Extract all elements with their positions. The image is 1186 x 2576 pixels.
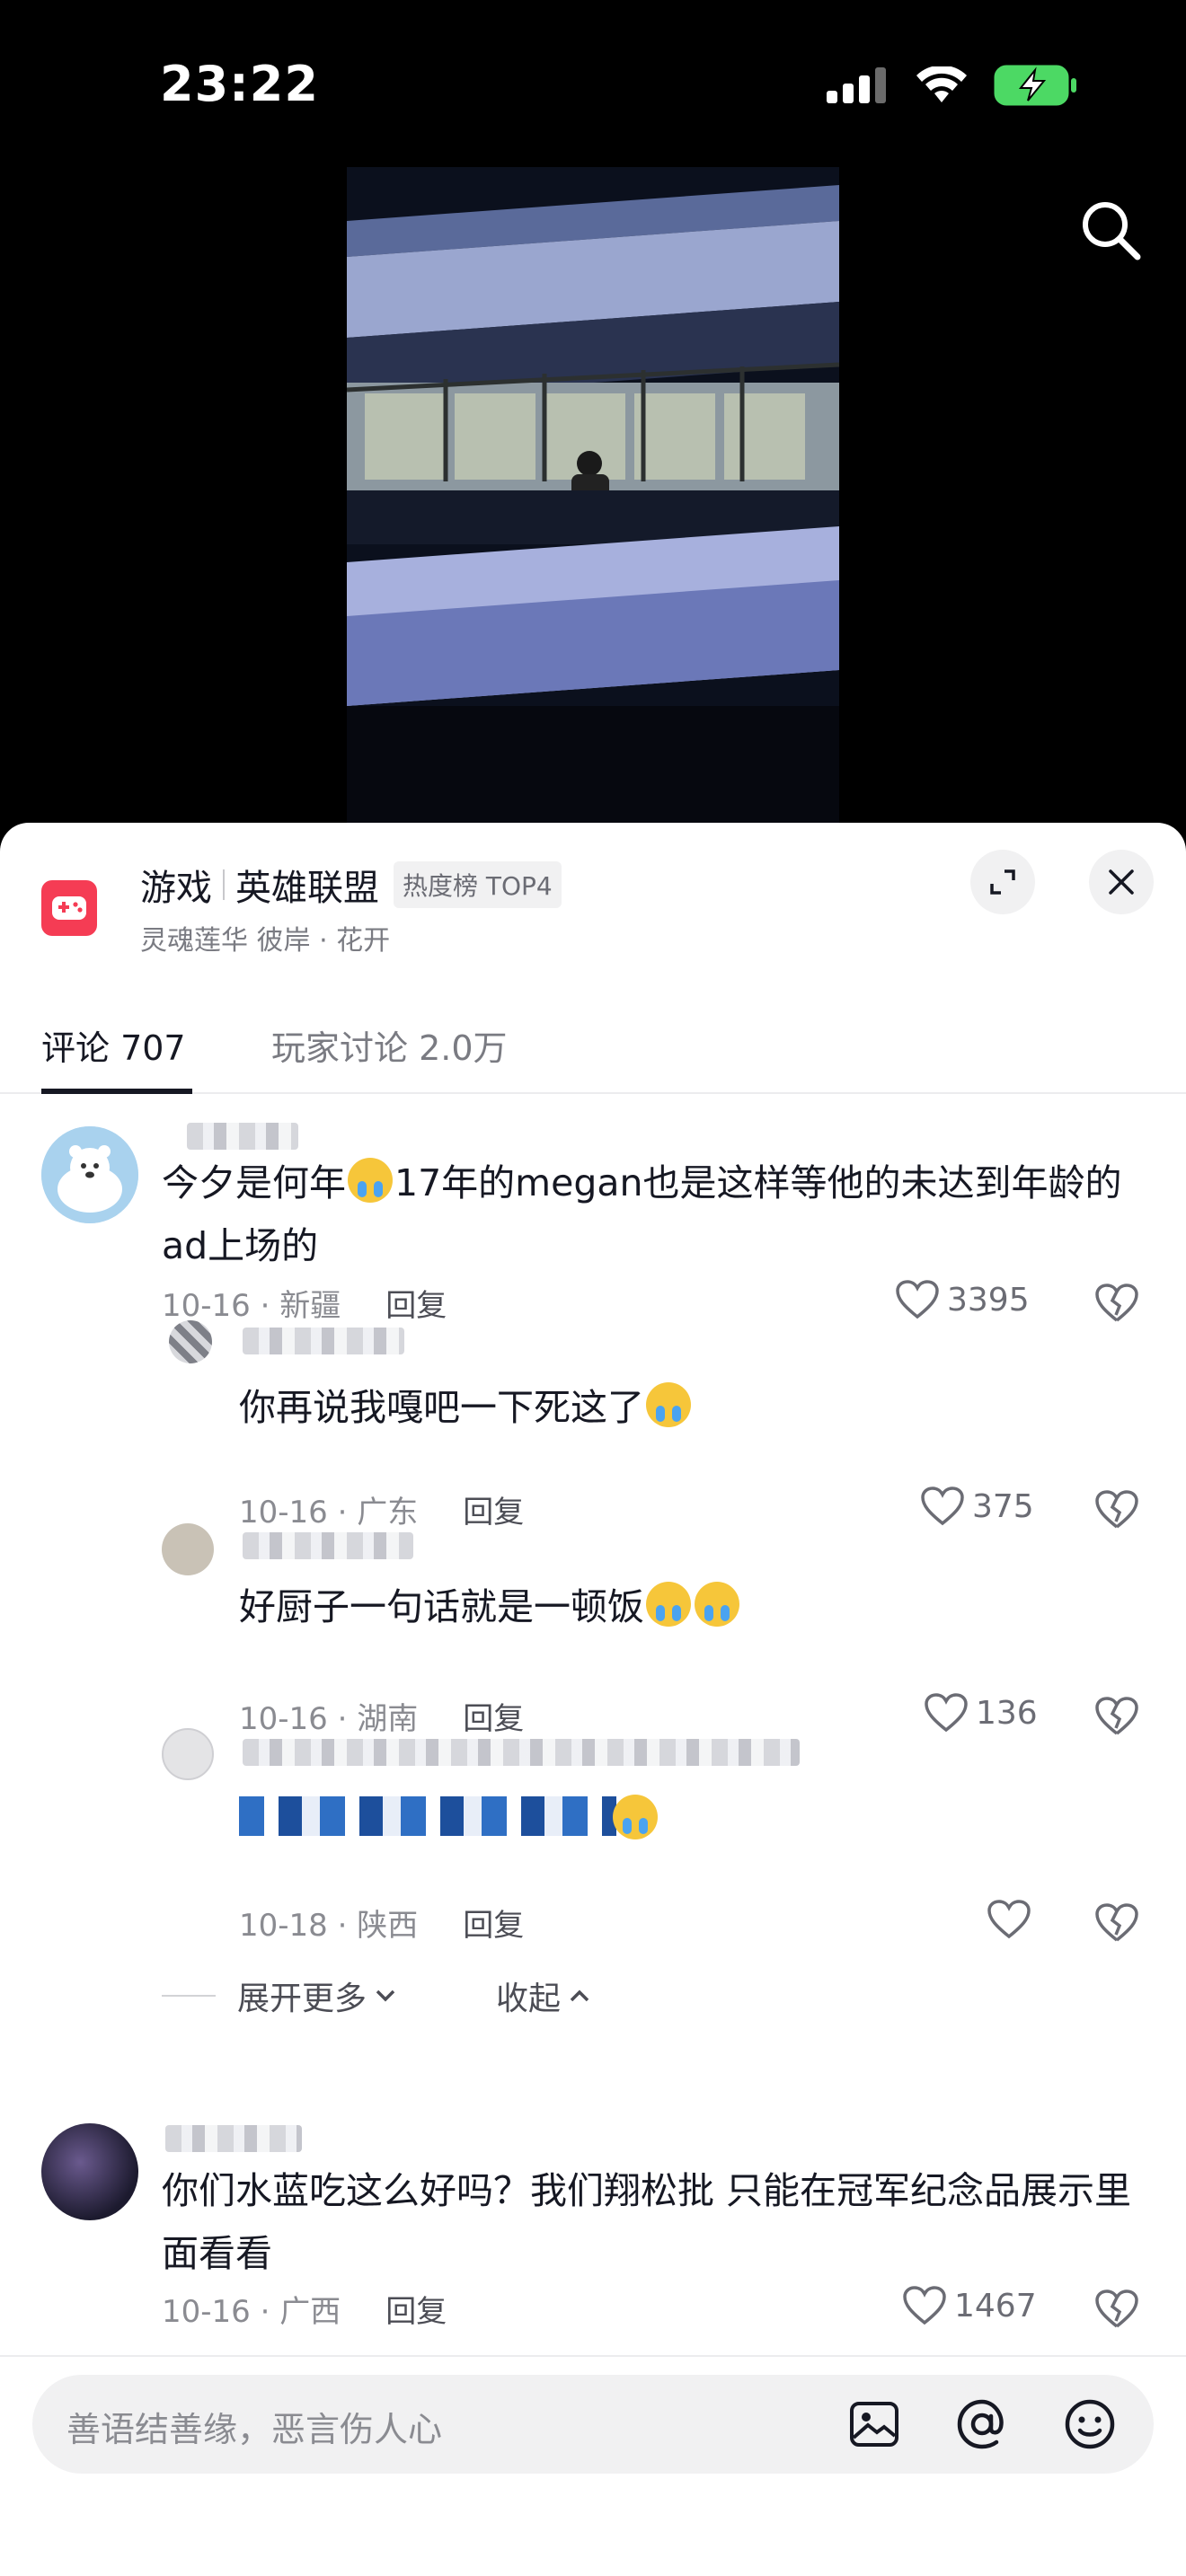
reply-date-location: 10-18 · 陕西 — [239, 1908, 419, 1944]
active-tab-indicator — [41, 1089, 192, 1094]
dislike-broken-heart-icon[interactable] — [1094, 1694, 1139, 1739]
comment-date-location: 10-16 · 广西 — [162, 2294, 341, 2330]
close-icon — [1109, 869, 1134, 895]
header-title[interactable]: 游戏 英雄联盟 热度榜 TOP4 — [140, 859, 562, 911]
input-placeholder: 善语结善缘，恶言伤人心 — [66, 2410, 443, 2449]
expand-button[interactable] — [970, 850, 1035, 914]
heart-icon — [925, 1693, 968, 1733]
dislike-broken-heart-icon[interactable] — [1094, 1281, 1139, 1326]
username-blurred[interactable] — [243, 1739, 800, 1766]
like-button[interactable]: 1467 — [902, 2285, 1037, 2326]
like-count: 1467 — [954, 2287, 1037, 2325]
username-blurred[interactable] — [243, 1328, 404, 1354]
game-name: 英雄联盟 — [235, 868, 379, 909]
comment-input[interactable]: 善语结善缘，恶言伤人心 — [32, 2375, 1154, 2474]
battery-charging-icon — [994, 65, 1076, 106]
expand-more-label: 展开更多 — [237, 1981, 367, 2017]
heart-icon — [896, 1280, 939, 1319]
dislike-broken-heart-icon[interactable] — [1094, 1487, 1139, 1532]
status-bar: 23:22 — [0, 0, 1186, 171]
tab-player-discussion[interactable]: 玩家讨论 2.0万 — [271, 1020, 508, 1070]
comment-meta: 10-16 · 广西 回复 — [162, 2287, 447, 2331]
close-button[interactable] — [1089, 850, 1154, 914]
title-divider — [223, 869, 225, 900]
mention-at-icon[interactable] — [952, 2395, 1012, 2454]
reply-meta: 10-18 · 陕西 回复 — [239, 1901, 524, 1945]
sad-emoji-icon — [646, 1382, 691, 1427]
username-blurred[interactable] — [187, 1123, 298, 1150]
reply-button[interactable]: 回复 — [385, 2287, 447, 2331]
emoji-smile-icon[interactable] — [1060, 2395, 1120, 2454]
status-time: 23:22 — [160, 56, 319, 112]
game-controller-icon — [41, 880, 97, 936]
reply-text: 你再说我嘎吧一下死这了 — [239, 1376, 693, 1439]
crying-emoji-icon — [646, 1582, 691, 1627]
status-icons — [827, 65, 1078, 106]
avatar[interactable] — [41, 2123, 138, 2220]
dislike-broken-heart-icon[interactable] — [1094, 1901, 1139, 1945]
header-subtitle: 灵魂莲华 彼岸 · 花开 — [140, 925, 391, 957]
video-frame-image — [347, 167, 839, 823]
polar-bear-avatar-icon — [41, 1126, 138, 1223]
like-count: 136 — [976, 1694, 1038, 1732]
category-label: 游戏 — [140, 868, 212, 909]
avatar[interactable] — [41, 1126, 138, 1223]
comment-sheet: 游戏 英雄联盟 热度榜 TOP4 灵魂莲华 彼岸 · 花开 评论 707 玩家讨… — [0, 823, 1186, 2576]
username-blurred[interactable] — [243, 1532, 413, 1559]
comment-date-location: 10-16 · 新疆 — [162, 1288, 341, 1324]
username-blurred[interactable] — [165, 2125, 302, 2152]
heart-icon — [903, 2286, 946, 2325]
image-icon[interactable] — [845, 2395, 904, 2454]
reply-button[interactable]: 回复 — [385, 1281, 447, 1325]
expand-icon — [990, 869, 1015, 895]
cellular-signal-icon — [827, 67, 886, 103]
reply-meta: 10-16 · 湖南 回复 — [239, 1694, 524, 1738]
like-count: 375 — [972, 1487, 1034, 1525]
hot-rank-badge: 热度榜 TOP4 — [394, 861, 562, 908]
wifi-icon — [916, 66, 967, 102]
comment-text: 你们水蓝吃这么好吗？我们翔松批 只能在冠军纪念品展示里面看看 — [162, 2169, 1132, 2275]
like-button[interactable]: 375 — [920, 1486, 1034, 1527]
comment-text: 今夕是何年 17年的megan也是这样等他的未达到年龄的ad上场的 — [162, 1151, 1150, 1277]
expand-more-button[interactable]: 展开更多 — [162, 1972, 399, 2019]
comment-meta: 10-16 · 新疆 回复 — [162, 1281, 447, 1325]
crying-emoji-icon — [613, 1795, 658, 1839]
crying-emoji-icon — [695, 1582, 739, 1627]
like-button[interactable] — [987, 1899, 1031, 1940]
reply-date-location: 10-16 · 广东 — [239, 1495, 419, 1531]
reply-text: 好厨子一句话就是一顿饭 — [239, 1575, 741, 1638]
reply-button[interactable]: 回复 — [463, 1694, 524, 1738]
like-button[interactable]: 3395 — [895, 1279, 1030, 1320]
reply-button[interactable]: 回复 — [463, 1487, 524, 1531]
collapse-button[interactable]: 收起 — [496, 1972, 593, 2019]
avatar[interactable] — [162, 1728, 214, 1780]
reply-meta: 10-16 · 广东 回复 — [239, 1487, 524, 1531]
heart-icon — [921, 1486, 964, 1526]
like-button[interactable]: 136 — [924, 1692, 1038, 1734]
like-count: 3395 — [947, 1281, 1030, 1319]
comment-input-bar: 善语结善缘，恶言伤人心 — [0, 2355, 1186, 2576]
dislike-broken-heart-icon[interactable] — [1094, 2287, 1139, 2332]
reply-text-redacted — [239, 1796, 616, 1836]
reply-date-location: 10-16 · 湖南 — [239, 1701, 419, 1737]
comment-tabs: 评论 707 玩家讨论 2.0万 — [0, 975, 1186, 1094]
video-player[interactable] — [347, 167, 839, 823]
tab-comments[interactable]: 评论 707 — [41, 1020, 186, 1070]
heart-icon — [987, 1900, 1031, 1939]
search-icon[interactable] — [1075, 194, 1146, 266]
chevron-up-icon — [570, 1989, 589, 2002]
collapse-label: 收起 — [496, 1981, 562, 2017]
expand-divider — [162, 1995, 216, 1997]
reply-button[interactable]: 回复 — [463, 1901, 524, 1945]
sheet-header: 游戏 英雄联盟 热度榜 TOP4 灵魂莲华 彼岸 · 花开 — [0, 823, 1186, 975]
avatar[interactable] — [169, 1320, 212, 1363]
chevron-down-icon — [376, 1989, 395, 2002]
crying-emoji-icon — [348, 1158, 393, 1203]
avatar[interactable] — [162, 1523, 214, 1575]
